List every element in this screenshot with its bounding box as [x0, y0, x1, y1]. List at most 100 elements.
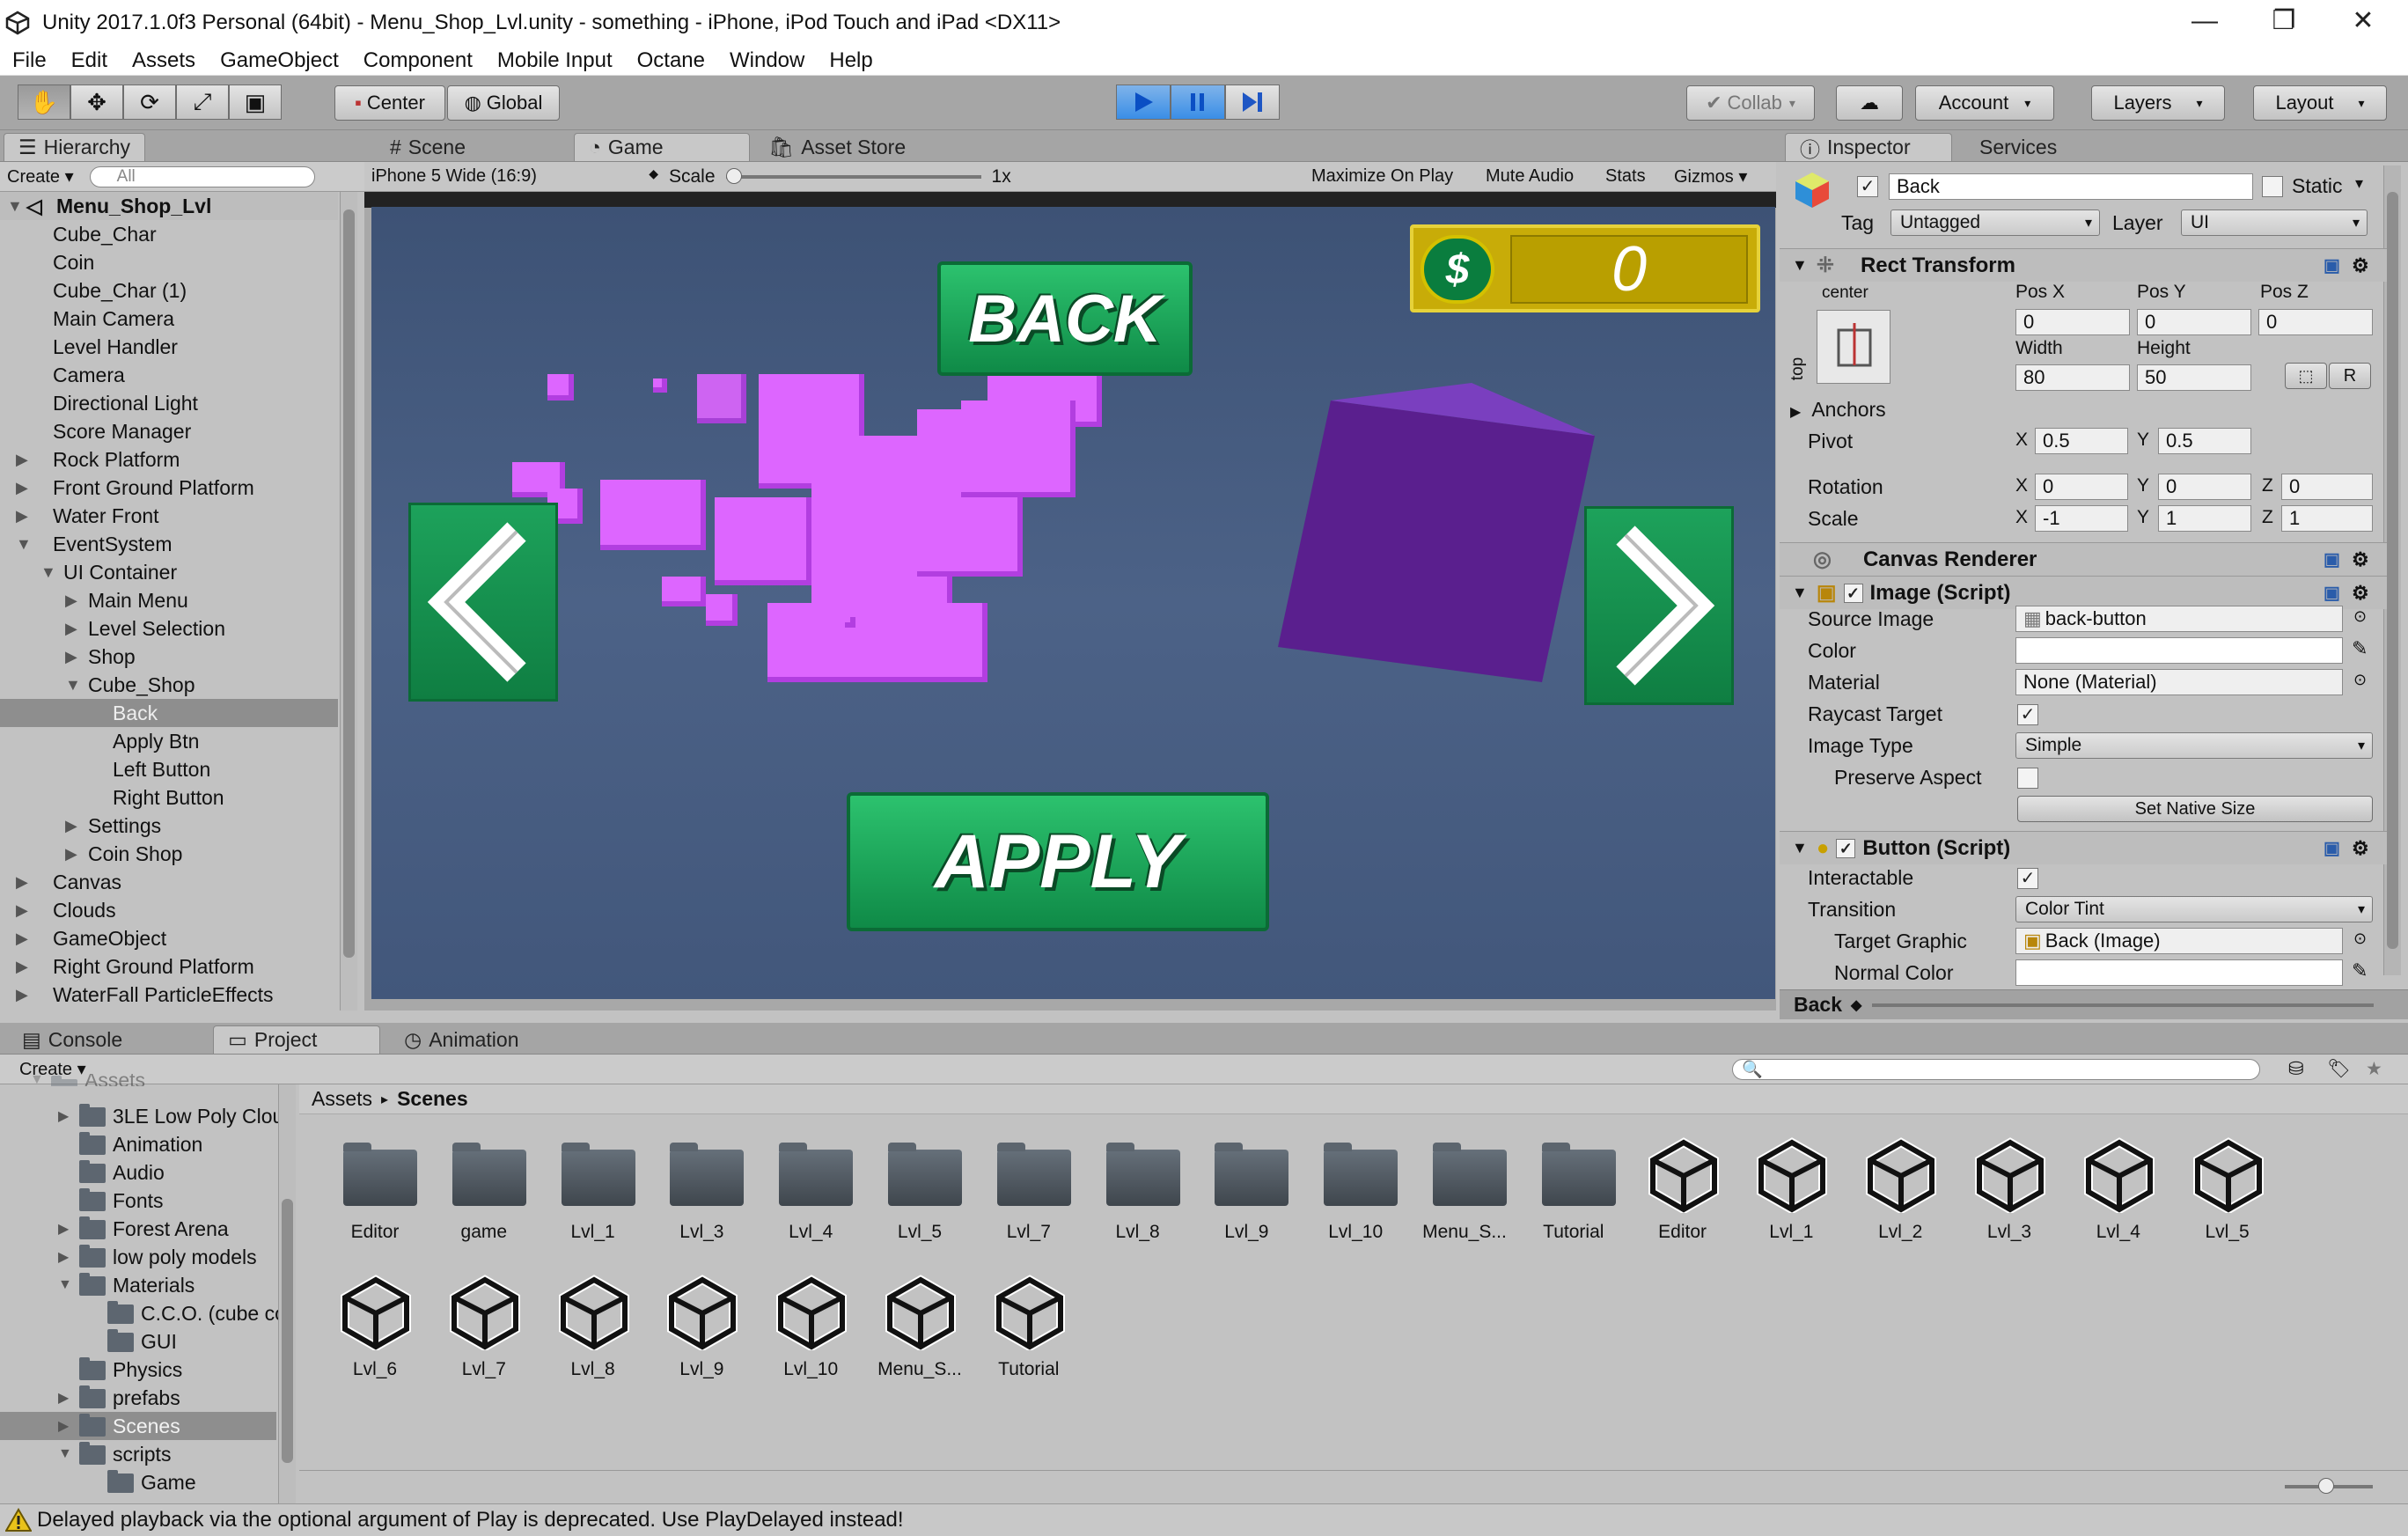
asset-item[interactable]: game [431, 1137, 537, 1269]
collab-dropdown[interactable]: ✔ Collab ▾ [1686, 85, 1815, 121]
tab-animation[interactable]: ◷ Animation [389, 1025, 533, 1054]
normal-color-swatch[interactable] [2015, 959, 2343, 986]
asset-item[interactable]: Lvl_9 [1193, 1137, 1299, 1269]
mute-audio-button[interactable]: Mute Audio [1479, 166, 1581, 187]
foldout-collapsed-icon[interactable]: ▶ [16, 958, 28, 976]
foldout-collapsed-icon[interactable]: ▶ [58, 1220, 69, 1238]
hand-tool-icon[interactable]: ✋ [18, 85, 70, 120]
preserve-aspect-checkbox[interactable] [2017, 768, 2038, 789]
eyedropper-icon[interactable]: ✎ [2352, 637, 2368, 660]
asset-item[interactable]: Lvl_4 [758, 1137, 863, 1269]
color-swatch[interactable] [2015, 637, 2343, 664]
hierarchy-item[interactable]: ▶ Main Menu [0, 586, 338, 614]
project-folder-item[interactable]: ▶ prefabs [0, 1384, 276, 1412]
hierarchy-create-button[interactable]: Create ▾ [0, 165, 81, 187]
breadcrumb-scenes[interactable]: Scenes [397, 1087, 468, 1111]
close-button[interactable]: ✕ [2324, 0, 2403, 46]
transition-dropdown[interactable]: Color Tint [2015, 896, 2373, 922]
asset-item[interactable]: Lvl_10 [1303, 1137, 1408, 1269]
settings-gear-icon[interactable]: ⚙ [2352, 254, 2369, 277]
back-button[interactable]: BACK [937, 261, 1193, 376]
asset-item[interactable]: Lvl_5 [867, 1137, 973, 1269]
image-script-header[interactable]: ▼ ▣ ✓ Image (Script) ▣ ⚙ [1780, 576, 2387, 609]
object-picker-icon[interactable]: ⊙ [2353, 607, 2367, 626]
gizmos-dropdown[interactable]: Gizmos ▾ [1667, 165, 1754, 187]
resolution-dropdown[interactable]: iPhone 5 Wide (16:9) ◆ [364, 166, 664, 187]
hierarchy-item[interactable]: ▶ Water Front [0, 502, 338, 530]
hierarchy-scroll-thumb[interactable] [343, 209, 355, 958]
asset-item[interactable]: Menu_S... [867, 1275, 973, 1407]
tab-scene[interactable]: # Scene [375, 133, 481, 161]
scale-slider[interactable] [725, 166, 981, 187]
tab-project[interactable]: ▭ Project [213, 1025, 381, 1054]
foldout-expanded-icon[interactable]: ▼ [30, 1074, 44, 1086]
right-arrow-button[interactable] [1584, 506, 1734, 705]
scene-root-row[interactable]: ▼ ◁ Menu_Shop_Lvl [0, 192, 338, 220]
hierarchy-item[interactable]: ▼ EventSystem [0, 530, 338, 558]
hierarchy-item[interactable]: ▶ Canvas [0, 868, 338, 896]
left-arrow-button[interactable] [408, 503, 558, 702]
hierarchy-item[interactable]: Apply Btn [0, 727, 338, 755]
asset-item[interactable]: Lvl_8 [540, 1275, 646, 1407]
icon-size-slider-thumb[interactable] [2318, 1478, 2334, 1494]
active-checkbox[interactable]: ✓ [1857, 176, 1878, 197]
hierarchy-search-input[interactable]: All [89, 165, 315, 187]
rect-transform-header[interactable]: ▼ ⁜ Rect Transform ▣ ⚙ [1780, 248, 2387, 282]
project-tree-scroll-thumb[interactable] [282, 1199, 293, 1463]
project-folder-item[interactable]: ▼ scripts [0, 1440, 276, 1468]
hierarchy-item[interactable]: ▶ Level Selection [0, 614, 338, 643]
project-folder-item[interactable]: ▶ Forest Arena [0, 1215, 276, 1243]
button-script-header[interactable]: ▼ ● ✓ Button (Script) ▣ ⚙ [1780, 831, 2387, 864]
anchor-preset-button[interactable] [1817, 310, 1890, 384]
status-message[interactable]: Delayed playback via the optional argume… [37, 1508, 904, 1532]
hierarchy-scrollbar[interactable] [340, 192, 357, 1011]
hierarchy-item[interactable]: ▶ Coin Shop [0, 840, 338, 868]
foldout-collapsed-icon[interactable]: ▶ [16, 479, 28, 497]
foldout-collapsed-icon[interactable]: ▶ [65, 845, 77, 864]
asset-item[interactable]: Menu_S... [1412, 1137, 1517, 1269]
project-folder-item[interactable]: ▼ Assets [0, 1074, 276, 1086]
object-picker-icon[interactable]: ⊙ [2353, 930, 2367, 948]
hierarchy-item[interactable]: Cube_Char [0, 220, 338, 248]
hierarchy-item[interactable]: Level Handler [0, 333, 338, 361]
game-viewport[interactable]: BACK APPLY $ 0 [371, 207, 1775, 999]
project-folder-item[interactable]: Game [0, 1468, 276, 1496]
asset-item[interactable]: Lvl_7 [976, 1137, 1082, 1269]
foldout-collapsed-icon[interactable]: ▶ [58, 1417, 69, 1435]
menu-mobile-input[interactable]: Mobile Input [497, 48, 613, 73]
foldout-collapsed-icon[interactable]: ▶ [16, 901, 28, 920]
maximize-button[interactable]: ❐ [2244, 0, 2324, 46]
canvas-renderer-header[interactable]: ◎ Canvas Renderer ▣ ⚙ [1780, 542, 2387, 576]
asset-item[interactable]: Lvl_2 [1847, 1137, 1953, 1269]
tab-hierarchy[interactable]: ☰ Hierarchy [4, 133, 146, 161]
project-folder-item[interactable]: Audio [0, 1158, 276, 1187]
project-folder-item[interactable]: ▶ low poly models [0, 1243, 276, 1271]
asset-item[interactable]: Lvl_4 [2066, 1137, 2171, 1269]
scale-z-field[interactable]: 1 [2281, 505, 2373, 532]
raw-edit-button[interactable]: R [2329, 363, 2371, 389]
rotation-z-field[interactable]: 0 [2281, 474, 2373, 500]
move-tool-icon[interactable]: ✥ [70, 85, 123, 120]
asset-item[interactable]: Lvl_3 [1956, 1137, 2062, 1269]
raycast-target-checkbox[interactable]: ✓ [2017, 704, 2038, 725]
menu-component[interactable]: Component [363, 48, 473, 73]
project-folder-item[interactable]: ▼ Materials [0, 1271, 276, 1299]
pos-z-field[interactable]: 0 [2258, 309, 2373, 335]
anchors-foldout[interactable]: ▶ Anchors [1790, 398, 1886, 422]
asset-item[interactable]: Lvl_9 [649, 1275, 754, 1407]
help-icon[interactable]: ▣ [2324, 548, 2340, 570]
foldout-collapsed-icon[interactable]: ▶ [16, 451, 28, 469]
pos-x-field[interactable]: 0 [2015, 309, 2130, 335]
layers-dropdown[interactable]: Layers ▾ [2091, 85, 2225, 121]
help-icon[interactable]: ▣ [2324, 582, 2340, 604]
blueprint-mode-button[interactable]: ⬚ [2285, 363, 2327, 389]
scale-tool-icon[interactable]: ⤢ [176, 85, 229, 120]
hierarchy-item[interactable]: Camera [0, 361, 338, 389]
foldout-collapsed-icon[interactable]: ▶ [65, 620, 77, 638]
foldout-collapsed-icon[interactable]: ▶ [58, 1107, 69, 1125]
scale-x-field[interactable]: -1 [2035, 505, 2128, 532]
foldout-collapsed-icon[interactable]: ▶ [65, 817, 77, 835]
tab-game[interactable]: ◔ Game [574, 133, 751, 161]
filter-label-icon[interactable]: 🏷 [2327, 1059, 2351, 1080]
minimize-button[interactable]: — [2165, 0, 2244, 46]
